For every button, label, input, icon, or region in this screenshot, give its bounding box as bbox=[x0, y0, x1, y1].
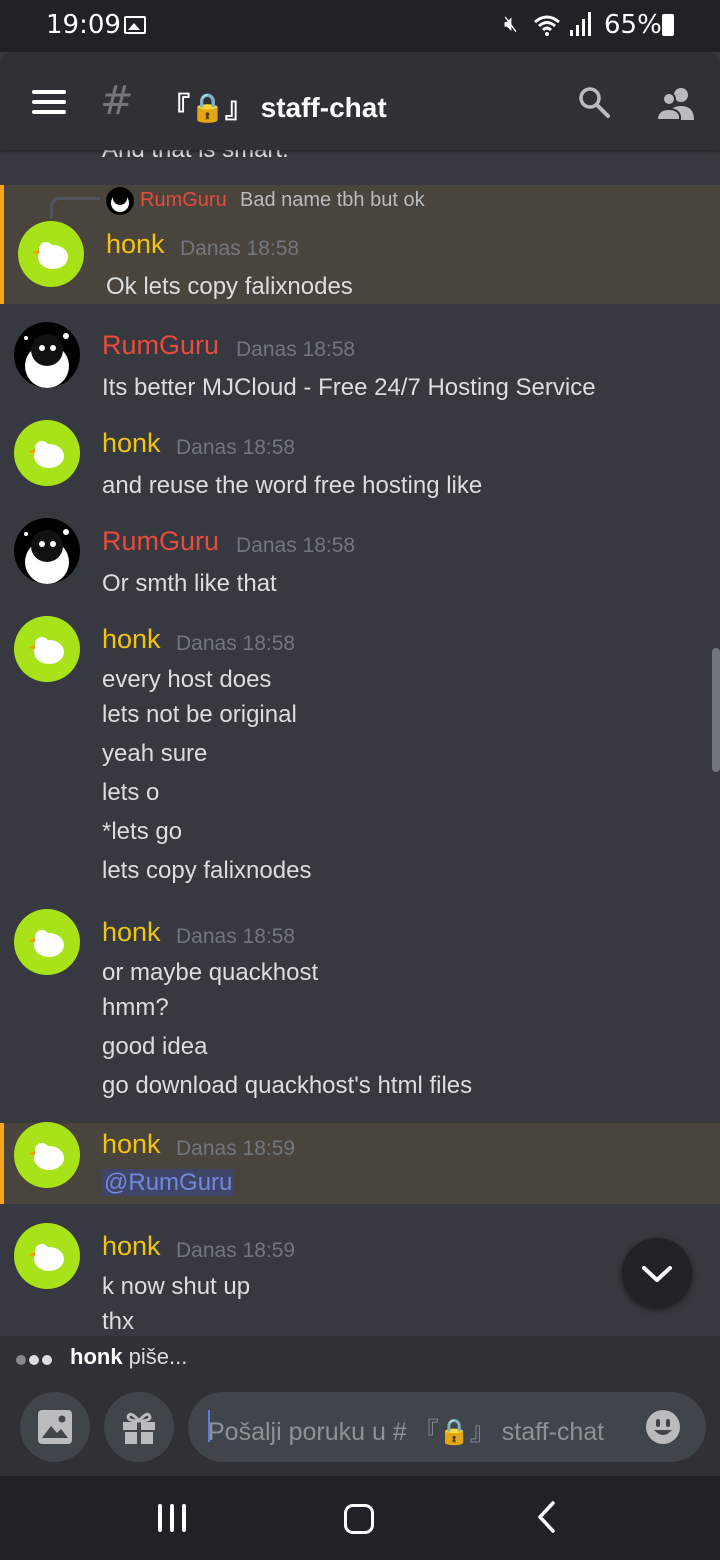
text-channel-hash-icon: # bbox=[100, 78, 134, 124]
message-text: and reuse the word free hosting like bbox=[102, 472, 483, 499]
message-item[interactable]: honk Danas 18:59 k now shut up thx bbox=[0, 1221, 720, 1336]
message-text: Ok lets copy falixnodes bbox=[106, 273, 353, 300]
chevron-down-icon bbox=[642, 1266, 672, 1282]
message-timestamp: Danas 18:58 bbox=[236, 534, 356, 557]
message-timestamp: Danas 18:58 bbox=[236, 338, 356, 361]
avatar[interactable] bbox=[14, 909, 80, 975]
gift-icon bbox=[123, 1412, 155, 1444]
message-text: Or smth like that bbox=[102, 570, 277, 597]
message-item[interactable]: RumGuru Danas 18:58 Its better MJCloud -… bbox=[0, 320, 720, 416]
image-icon bbox=[38, 1410, 72, 1444]
menu-icon[interactable] bbox=[32, 90, 66, 114]
message-author[interactable]: RumGuru bbox=[102, 330, 219, 361]
jump-to-bottom-button[interactable] bbox=[622, 1238, 692, 1308]
message-author[interactable]: honk bbox=[102, 1231, 161, 1262]
message-author[interactable]: RumGuru bbox=[102, 526, 219, 557]
status-bar: 19:09 🔇︎ 65% bbox=[0, 0, 720, 52]
scrollbar-thumb[interactable] bbox=[712, 648, 720, 772]
avatar[interactable] bbox=[14, 1223, 80, 1289]
message-timestamp: Danas 18:59 bbox=[176, 1239, 296, 1262]
typing-user: honk bbox=[70, 1344, 123, 1369]
message-timestamp: Danas 18:58 bbox=[180, 237, 300, 260]
wifi-icon bbox=[534, 15, 560, 36]
message-item[interactable]: RumGuru Danas 18:58 Or smth like that bbox=[0, 516, 720, 612]
members-icon[interactable] bbox=[656, 86, 696, 120]
avatar[interactable] bbox=[14, 420, 80, 486]
message-input[interactable]: Pošalji poruku u # 『🔒』 staff-chat bbox=[188, 1392, 706, 1462]
message-text: every host does bbox=[102, 666, 272, 693]
message-composer: Pošalji poruku u # 『🔒』 staff-chat bbox=[0, 1378, 720, 1476]
message-item[interactable]: honk Danas 18:58 or maybe quackhost hmm?… bbox=[0, 907, 720, 1112]
message-author[interactable]: honk bbox=[106, 229, 165, 260]
message-text: lets copy falixnodes bbox=[102, 857, 312, 884]
message-item[interactable]: honk Danas 18:59 @RumGuru bbox=[0, 1122, 720, 1204]
message-text: yeah sure bbox=[102, 740, 208, 767]
attach-image-button[interactable] bbox=[20, 1392, 90, 1462]
emoji-icon[interactable] bbox=[644, 1408, 682, 1446]
message-text: @RumGuru bbox=[102, 1169, 235, 1197]
message-text: lets not be original bbox=[102, 701, 297, 728]
user-mention[interactable]: @RumGuru bbox=[102, 1169, 235, 1196]
gallery-notification-icon bbox=[124, 16, 146, 34]
reply-author[interactable]: RumGuru bbox=[140, 189, 227, 212]
message-timestamp: Danas 18:59 bbox=[176, 1137, 296, 1160]
battery-percentage: 65% bbox=[604, 10, 662, 40]
message-author[interactable]: honk bbox=[102, 624, 161, 655]
message-author[interactable]: honk bbox=[102, 1129, 161, 1160]
back-icon[interactable] bbox=[536, 1500, 556, 1534]
status-time: 19:09 bbox=[46, 10, 121, 40]
home-icon[interactable] bbox=[344, 1504, 374, 1534]
typing-label: piše... bbox=[122, 1344, 188, 1369]
message-text: or maybe quackhost bbox=[102, 959, 319, 986]
message-timestamp: Danas 18:58 bbox=[176, 436, 296, 459]
avatar[interactable] bbox=[14, 518, 80, 584]
message-text: k now shut up bbox=[102, 1273, 251, 1300]
message-input-placeholder: Pošalji poruku u # 『🔒』 staff-chat bbox=[208, 1418, 605, 1446]
typing-dots-icon bbox=[16, 1352, 55, 1370]
message-list[interactable]: And that is smart. RumGuru Bad name tbh … bbox=[0, 150, 720, 1336]
avatar[interactable] bbox=[14, 322, 80, 388]
channel-name: 『🔒』 staff-chat bbox=[162, 92, 387, 123]
message-text: go download quackhost's html files bbox=[102, 1072, 473, 1099]
message-author[interactable]: honk bbox=[102, 917, 161, 948]
typing-text: honk piše... bbox=[70, 1344, 187, 1370]
avatar[interactable] bbox=[14, 616, 80, 682]
message-item[interactable]: RumGuru Bad name tbh but ok honk Danas 1… bbox=[0, 185, 720, 304]
message-text: hmm? bbox=[102, 994, 169, 1021]
message-timestamp: Danas 18:58 bbox=[176, 632, 296, 655]
message-text: good idea bbox=[102, 1033, 208, 1060]
message-text: And that is smart. bbox=[102, 150, 289, 164]
battery-icon bbox=[662, 14, 674, 36]
message-timestamp: Danas 18:58 bbox=[176, 925, 296, 948]
message-text: thx bbox=[102, 1308, 135, 1335]
channel-header: # 『🔒』 staff-chat bbox=[0, 52, 720, 150]
reply-avatar bbox=[106, 187, 134, 215]
reply-text: Bad name tbh but ok bbox=[240, 189, 425, 211]
message-text: *lets go bbox=[102, 818, 183, 845]
message-item[interactable]: honk Danas 18:58 every host does lets no… bbox=[0, 614, 720, 894]
recent-apps-icon[interactable] bbox=[156, 1504, 188, 1532]
message-item[interactable]: honk Danas 18:58 and reuse the word free… bbox=[0, 418, 720, 514]
avatar[interactable] bbox=[14, 1122, 80, 1188]
signal-icon bbox=[570, 12, 592, 36]
avatar[interactable] bbox=[18, 221, 84, 287]
message-author[interactable]: honk bbox=[102, 428, 161, 459]
system-nav-bar bbox=[0, 1476, 720, 1560]
message-text: lets o bbox=[102, 779, 160, 806]
message-text: Its better MJCloud - Free 24/7 Hosting S… bbox=[102, 374, 596, 401]
reply-connector bbox=[50, 197, 100, 219]
mute-icon: 🔇︎ bbox=[504, 12, 518, 37]
typing-indicator: honk piše... bbox=[0, 1336, 720, 1378]
gift-button[interactable] bbox=[104, 1392, 174, 1462]
search-icon[interactable] bbox=[578, 86, 610, 118]
